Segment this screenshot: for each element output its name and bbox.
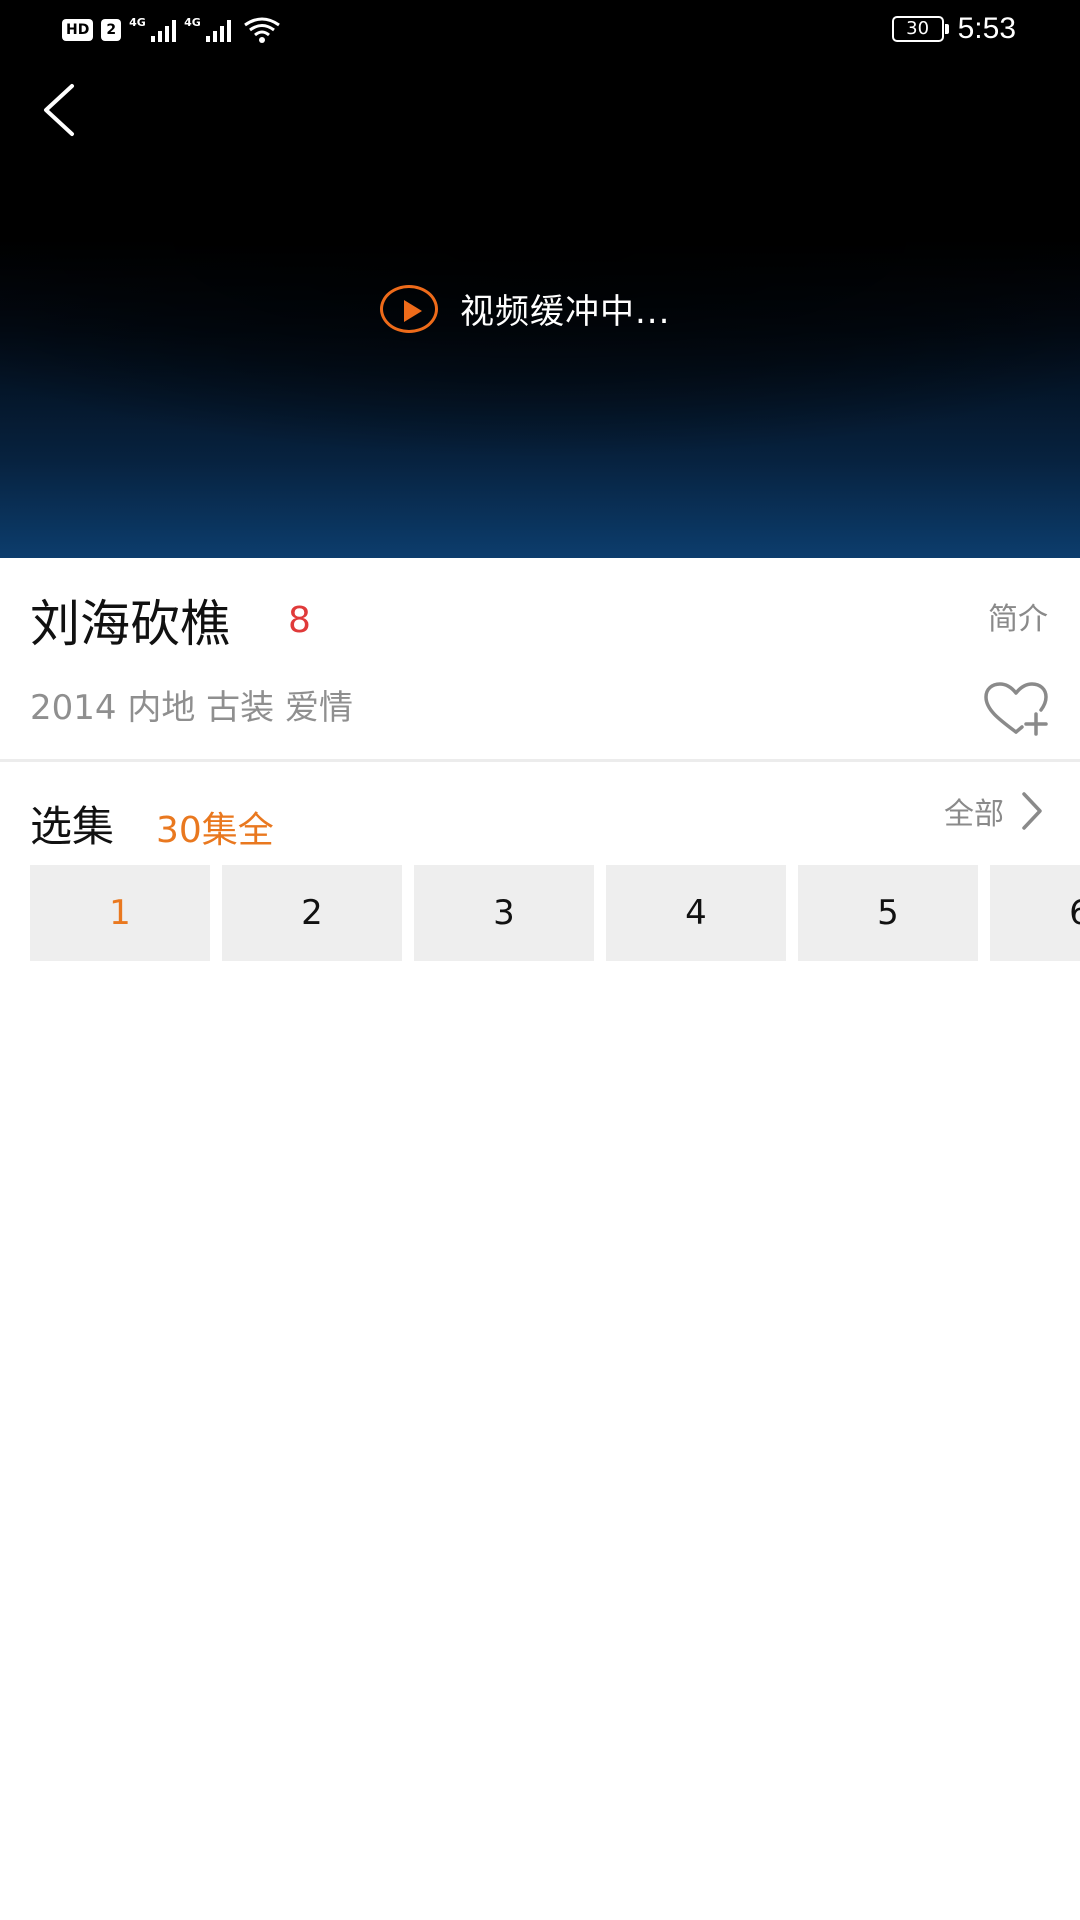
buffering-text: 视频缓冲中... — [460, 292, 671, 332]
play-icon — [380, 284, 438, 333]
episode-item-3[interactable]: 3 — [414, 865, 594, 961]
episode-count: 30集全 — [156, 810, 274, 851]
status-left: HD 2 4G 4G — [62, 16, 281, 44]
back-arrow-icon[interactable] — [36, 80, 86, 140]
wifi-icon — [244, 17, 280, 43]
hd-badge: HD — [62, 19, 94, 41]
video-info: 刘海砍樵 8 简介 2014 内地 古装 爱情 — [0, 558, 1080, 762]
signal-icon-2: 4G — [184, 16, 232, 42]
buffering-indicator: 视频缓冲中... — [380, 284, 670, 333]
episode-item-6[interactable]: 6 — [990, 865, 1080, 961]
signal-icon-1: 4G — [129, 16, 177, 42]
episode-item-2[interactable]: 2 — [222, 865, 402, 961]
episode-item-1[interactable]: 1 — [30, 865, 210, 961]
episode-item-5[interactable]: 5 — [798, 865, 978, 961]
video-meta: 2014 内地 古装 爱情 — [30, 688, 353, 728]
status-bar: HD 2 4G 4G 30 5:53 — [0, 0, 1080, 60]
signal-label-2: 4G — [184, 16, 201, 29]
battery-icon: 30 — [891, 16, 949, 42]
intro-link[interactable]: 简介 — [988, 594, 1048, 638]
episode-item-4[interactable]: 4 — [606, 865, 786, 961]
sim-badge: 2 — [101, 19, 122, 41]
video-title: 刘海砍樵 — [30, 595, 230, 653]
episode-section-title: 选集 — [30, 802, 115, 851]
rating-score: 8 — [288, 600, 311, 641]
all-episodes-label: 全部 — [944, 797, 1004, 832]
episode-row: 1 2 3 4 5 6 — [30, 865, 1080, 961]
signal-label-1: 4G — [129, 16, 146, 29]
all-episodes-link[interactable]: 全部 — [944, 789, 1046, 833]
favorite-add-icon[interactable] — [980, 680, 1052, 740]
chevron-right-icon — [1022, 792, 1042, 830]
episode-section: 选集 30集全 全部 1 2 3 4 5 6 — [0, 765, 1080, 985]
clock: 5:53 — [957, 12, 1016, 45]
status-right: 30 5:53 — [891, 12, 1016, 46]
video-player[interactable]: HD 2 4G 4G 30 5:53 视频缓冲中... — [0, 0, 1080, 558]
episode-list[interactable]: 1 2 3 4 5 6 — [30, 865, 1080, 961]
